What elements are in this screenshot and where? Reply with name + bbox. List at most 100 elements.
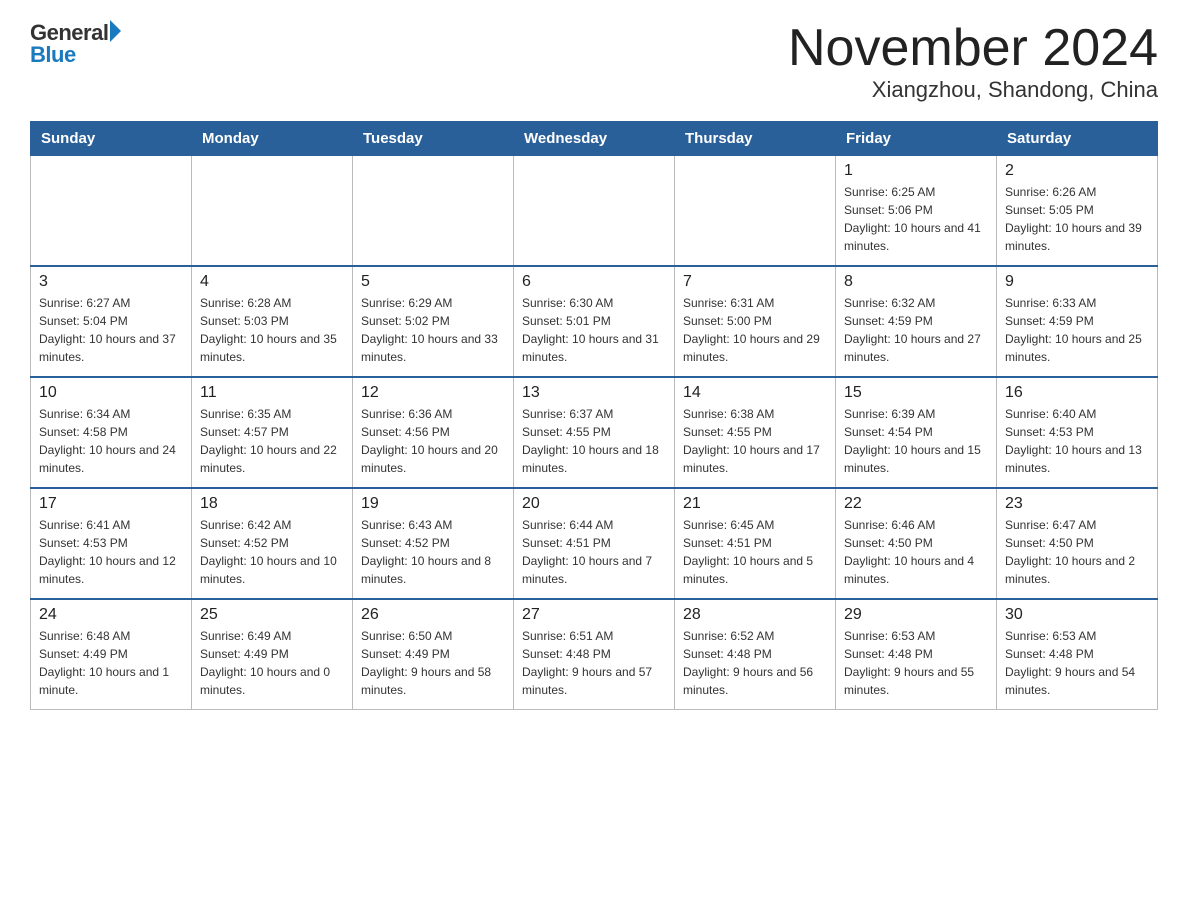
day-number: 19 (361, 495, 505, 513)
day-info: Sunrise: 6:33 AMSunset: 4:59 PMDaylight:… (1005, 294, 1149, 366)
day-number: 2 (1005, 162, 1149, 180)
day-number: 29 (844, 606, 988, 624)
calendar-day-cell: 22Sunrise: 6:46 AMSunset: 4:50 PMDayligh… (836, 488, 997, 599)
day-info: Sunrise: 6:46 AMSunset: 4:50 PMDaylight:… (844, 516, 988, 588)
day-info: Sunrise: 6:53 AMSunset: 4:48 PMDaylight:… (844, 627, 988, 699)
day-number: 9 (1005, 273, 1149, 291)
calendar-day-cell: 10 Sunrise: 6:34 AMSunset: 4:58 PMDayligh… (31, 377, 192, 488)
calendar-day-cell: 23 Sunrise: 6:47 AMSunset: 4:50 PMDayligh… (997, 488, 1158, 599)
calendar-day-cell: 27 Sunrise: 6:51 AMSunset: 4:48 PMDayligh… (514, 599, 675, 710)
day-number: 21 (683, 495, 827, 513)
day-number: 30 (1005, 606, 1149, 624)
location-title: Xiangzhou, Shandong, China (788, 77, 1158, 103)
day-info: Sunrise: 6:31 AMSunset: 5:00 PMDaylight:… (683, 294, 827, 366)
day-info: Sunrise: 6:51 AMSunset: 4:48 PMDaylight:… (522, 627, 666, 699)
day-info: Sunrise: 6:36 AMSunset: 4:56 PMDaylight:… (361, 405, 505, 477)
calendar-week-row: 10 Sunrise: 6:34 AMSunset: 4:58 PMDayligh… (31, 377, 1158, 488)
day-info: Sunrise: 6:40 AMSunset: 4:53 PMDaylight:… (1005, 405, 1149, 477)
calendar-day-cell: 24 Sunrise: 6:48 AMSunset: 4:49 PMDayligh… (31, 599, 192, 710)
calendar-weekday-header: Saturday (997, 122, 1158, 156)
day-info: Sunrise: 6:53 AMSunset: 4:48 PMDaylight:… (1005, 627, 1149, 699)
calendar-day-cell (353, 156, 514, 267)
day-number: 17 (39, 495, 183, 513)
logo: General Blue (30, 20, 121, 68)
calendar-day-cell (675, 156, 836, 267)
day-number: 26 (361, 606, 505, 624)
day-number: 11 (200, 384, 344, 402)
calendar-day-cell: 3 Sunrise: 6:27 AMSunset: 5:04 PMDaylight… (31, 266, 192, 377)
day-info: Sunrise: 6:49 AMSunset: 4:49 PMDaylight:… (200, 627, 344, 699)
day-info: Sunrise: 6:30 AMSunset: 5:01 PMDaylight:… (522, 294, 666, 366)
day-number: 15 (844, 384, 988, 402)
calendar-day-cell (514, 156, 675, 267)
day-number: 5 (361, 273, 505, 291)
calendar-header-row: SundayMondayTuesdayWednesdayThursdayFrid… (31, 122, 1158, 156)
day-number: 6 (522, 273, 666, 291)
calendar-day-cell: 26 Sunrise: 6:50 AMSunset: 4:49 PMDayligh… (353, 599, 514, 710)
day-info: Sunrise: 6:25 AMSunset: 5:06 PMDaylight:… (844, 183, 988, 255)
calendar-weekday-header: Monday (192, 122, 353, 156)
day-info: Sunrise: 6:28 AMSunset: 5:03 PMDaylight:… (200, 294, 344, 366)
day-number: 16 (1005, 384, 1149, 402)
calendar-day-cell: 12 Sunrise: 6:36 AMSunset: 4:56 PMDayligh… (353, 377, 514, 488)
calendar-day-cell: 21 Sunrise: 6:45 AMSunset: 4:51 PMDayligh… (675, 488, 836, 599)
day-number: 3 (39, 273, 183, 291)
day-info: Sunrise: 6:29 AMSunset: 5:02 PMDaylight:… (361, 294, 505, 366)
calendar-day-cell: 14Sunrise: 6:38 AMSunset: 4:55 PMDayligh… (675, 377, 836, 488)
day-info: Sunrise: 6:39 AMSunset: 4:54 PMDaylight:… (844, 405, 988, 477)
calendar-day-cell: 7 Sunrise: 6:31 AMSunset: 5:00 PMDaylight… (675, 266, 836, 377)
day-number: 8 (844, 273, 988, 291)
day-info: Sunrise: 6:27 AMSunset: 5:04 PMDaylight:… (39, 294, 183, 366)
day-info: Sunrise: 6:43 AMSunset: 4:52 PMDaylight:… (361, 516, 505, 588)
calendar-week-row: 17Sunrise: 6:41 AMSunset: 4:53 PMDayligh… (31, 488, 1158, 599)
day-number: 14 (683, 384, 827, 402)
day-info: Sunrise: 6:45 AMSunset: 4:51 PMDaylight:… (683, 516, 827, 588)
day-info: Sunrise: 6:32 AMSunset: 4:59 PMDaylight:… (844, 294, 988, 366)
day-info: Sunrise: 6:42 AMSunset: 4:52 PMDaylight:… (200, 516, 344, 588)
calendar-day-cell: 8 Sunrise: 6:32 AMSunset: 4:59 PMDaylight… (836, 266, 997, 377)
day-number: 7 (683, 273, 827, 291)
day-number: 13 (522, 384, 666, 402)
calendar-day-cell: 28 Sunrise: 6:52 AMSunset: 4:48 PMDayligh… (675, 599, 836, 710)
day-info: Sunrise: 6:52 AMSunset: 4:48 PMDaylight:… (683, 627, 827, 699)
calendar-day-cell: 17Sunrise: 6:41 AMSunset: 4:53 PMDayligh… (31, 488, 192, 599)
day-info: Sunrise: 6:47 AMSunset: 4:50 PMDaylight:… (1005, 516, 1149, 588)
day-number: 28 (683, 606, 827, 624)
calendar-day-cell: 30 Sunrise: 6:53 AMSunset: 4:48 PMDayligh… (997, 599, 1158, 710)
calendar-weekday-header: Wednesday (514, 122, 675, 156)
day-number: 18 (200, 495, 344, 513)
calendar-day-cell: 18 Sunrise: 6:42 AMSunset: 4:52 PMDayligh… (192, 488, 353, 599)
day-info: Sunrise: 6:26 AMSunset: 5:05 PMDaylight:… (1005, 183, 1149, 255)
day-number: 4 (200, 273, 344, 291)
calendar-week-row: 3 Sunrise: 6:27 AMSunset: 5:04 PMDaylight… (31, 266, 1158, 377)
calendar-day-cell: 13Sunrise: 6:37 AMSunset: 4:55 PMDayligh… (514, 377, 675, 488)
calendar-weekday-header: Thursday (675, 122, 836, 156)
calendar-week-row: 1 Sunrise: 6:25 AMSunset: 5:06 PMDaylight… (31, 156, 1158, 267)
day-number: 10 (39, 384, 183, 402)
day-number: 12 (361, 384, 505, 402)
logo-blue-text: Blue (30, 42, 76, 68)
day-info: Sunrise: 6:44 AMSunset: 4:51 PMDaylight:… (522, 516, 666, 588)
day-number: 24 (39, 606, 183, 624)
calendar-weekday-header: Sunday (31, 122, 192, 156)
calendar-day-cell: 15 Sunrise: 6:39 AMSunset: 4:54 PMDayligh… (836, 377, 997, 488)
day-number: 1 (844, 162, 988, 180)
calendar-week-row: 24 Sunrise: 6:48 AMSunset: 4:49 PMDayligh… (31, 599, 1158, 710)
day-info: Sunrise: 6:35 AMSunset: 4:57 PMDaylight:… (200, 405, 344, 477)
day-number: 23 (1005, 495, 1149, 513)
calendar-day-cell: 20Sunrise: 6:44 AMSunset: 4:51 PMDayligh… (514, 488, 675, 599)
day-number: 27 (522, 606, 666, 624)
day-info: Sunrise: 6:34 AMSunset: 4:58 PMDaylight:… (39, 405, 183, 477)
month-title: November 2024 (788, 20, 1158, 77)
calendar-day-cell: 5 Sunrise: 6:29 AMSunset: 5:02 PMDaylight… (353, 266, 514, 377)
calendar-day-cell: 2 Sunrise: 6:26 AMSunset: 5:05 PMDaylight… (997, 156, 1158, 267)
day-info: Sunrise: 6:48 AMSunset: 4:49 PMDaylight:… (39, 627, 183, 699)
title-block: November 2024 Xiangzhou, Shandong, China (788, 20, 1158, 103)
day-number: 25 (200, 606, 344, 624)
day-info: Sunrise: 6:50 AMSunset: 4:49 PMDaylight:… (361, 627, 505, 699)
logo-arrow-icon (110, 20, 121, 42)
calendar-day-cell: 4 Sunrise: 6:28 AMSunset: 5:03 PMDaylight… (192, 266, 353, 377)
calendar-day-cell: 29 Sunrise: 6:53 AMSunset: 4:48 PMDayligh… (836, 599, 997, 710)
calendar-weekday-header: Friday (836, 122, 997, 156)
calendar-weekday-header: Tuesday (353, 122, 514, 156)
